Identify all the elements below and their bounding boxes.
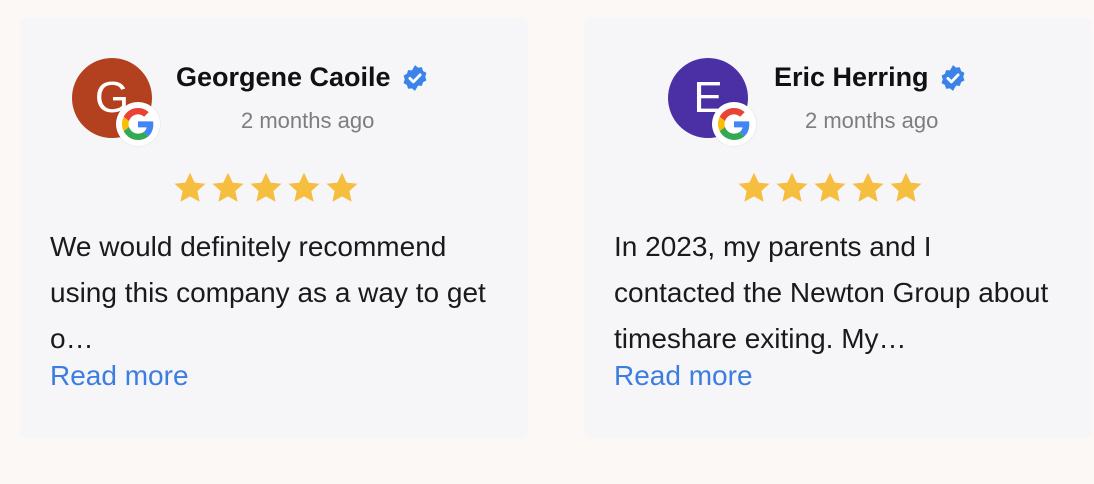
review-text: In 2023, my parents and I contacted the … <box>614 231 1049 354</box>
verified-check-icon <box>939 64 967 92</box>
google-g-icon <box>116 102 160 146</box>
review-card: E Eric Herring 2 months ago In 2023, my … <box>584 18 1092 438</box>
star-icon <box>814 172 846 202</box>
star-icon <box>174 172 206 202</box>
star-icon <box>852 172 884 202</box>
review-card: G Georgene Caoile 2 months ago We would … <box>20 18 528 438</box>
star-icon <box>212 172 244 202</box>
avatar: G <box>72 58 160 146</box>
reviewer-name: Georgene Caoile <box>176 62 429 93</box>
avatar: E <box>668 58 756 146</box>
review-time: 2 months ago <box>805 108 939 133</box>
review-text: We would definitely recommend using this… <box>50 231 486 354</box>
review-time: 2 months ago <box>241 108 375 133</box>
google-g-icon <box>712 102 756 146</box>
reviewer-name-text: Georgene Caoile <box>176 62 391 92</box>
reviewer-name: Eric Herring <box>774 62 967 93</box>
star-icon <box>250 172 282 202</box>
verified-check-icon <box>401 64 429 92</box>
star-icon <box>326 172 358 202</box>
star-icon <box>776 172 808 202</box>
star-icon <box>738 172 770 202</box>
star-icon <box>890 172 922 202</box>
star-rating <box>172 170 360 206</box>
star-icon <box>288 172 320 202</box>
star-rating <box>736 170 924 206</box>
read-more-link[interactable]: Read more <box>614 360 753 392</box>
reviewer-name-text: Eric Herring <box>774 62 929 92</box>
read-more-link[interactable]: Read more <box>50 360 189 392</box>
